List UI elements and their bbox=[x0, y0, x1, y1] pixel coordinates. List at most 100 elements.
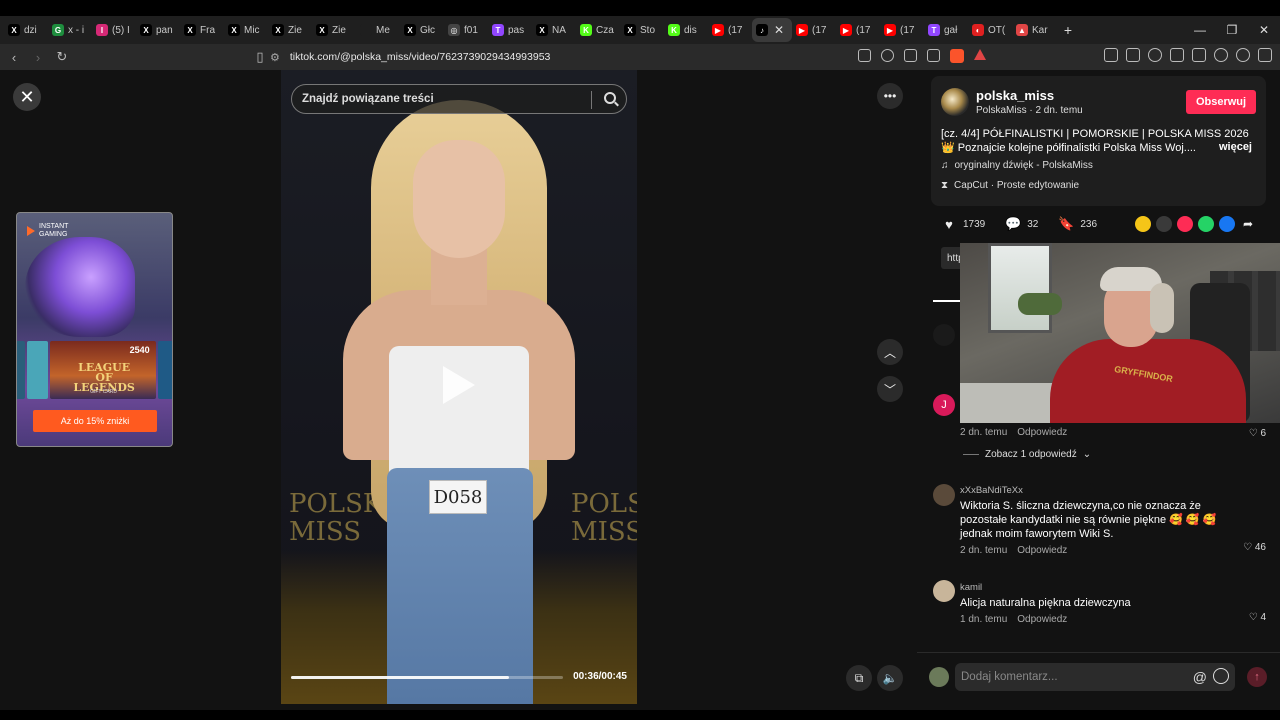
minimize-button[interactable]: — bbox=[1184, 23, 1216, 37]
pip-button[interactable]: ⧉ bbox=[846, 665, 872, 691]
ad-cta-button[interactable]: Aż do 15% zniżki bbox=[33, 410, 157, 432]
avatar[interactable] bbox=[941, 88, 969, 116]
vpn-icon[interactable] bbox=[1236, 48, 1250, 62]
mention-icon[interactable]: @ bbox=[1193, 669, 1207, 685]
video-player[interactable]: POLSKA MISS POLS MISS D058 Znajdź powiąz… bbox=[281, 70, 637, 704]
username[interactable]: polska_miss bbox=[976, 88, 1054, 103]
comment-avatar[interactable]: J bbox=[933, 394, 955, 416]
browser-tab[interactable]: ▶ (17 bbox=[836, 18, 880, 42]
heart-icon[interactable]: ♥ bbox=[941, 216, 957, 232]
reload-icon[interactable]: ↻ bbox=[52, 49, 72, 65]
site-info-icon[interactable]: ⚙ bbox=[270, 51, 280, 64]
wallet-icon[interactable] bbox=[1192, 48, 1206, 62]
search-icon[interactable] bbox=[604, 92, 616, 104]
browser-tab[interactable]: X Zie bbox=[268, 18, 312, 42]
reply-link[interactable]: Odpowiedz bbox=[1017, 614, 1067, 625]
browser-tab[interactable]: ◎ f01 bbox=[444, 18, 488, 42]
bookmark-icon[interactable]: ▯ bbox=[250, 49, 270, 65]
extensions-icon[interactable] bbox=[1104, 48, 1118, 62]
comment-likes[interactable]: ♡ 6 bbox=[1249, 428, 1266, 439]
close-tab-icon[interactable]: ✕ bbox=[772, 23, 786, 37]
contestant-tag: D058 bbox=[429, 480, 487, 514]
comment-avatar[interactable] bbox=[933, 484, 955, 506]
previous-video-button[interactable]: ︿ bbox=[877, 339, 903, 365]
browser-tab[interactable]: K Cza bbox=[576, 18, 620, 42]
browser-tab[interactable]: ▶ (17 bbox=[708, 18, 752, 42]
comment-icon[interactable]: 💬 bbox=[1005, 216, 1021, 232]
follow-button[interactable]: Obserwuj bbox=[1186, 90, 1256, 114]
browser-tab[interactable]: X Sto bbox=[620, 18, 664, 42]
progress-bar[interactable] bbox=[291, 676, 563, 679]
volume-button[interactable]: 🔈 bbox=[877, 665, 903, 691]
comment-input[interactable]: Dodaj komentarz... @ bbox=[955, 663, 1235, 691]
repost-icon[interactable] bbox=[1177, 216, 1193, 232]
close-window-button[interactable]: ✕ bbox=[1248, 23, 1280, 37]
back-icon[interactable]: ‹ bbox=[4, 50, 24, 65]
embed-icon[interactable] bbox=[1156, 216, 1172, 232]
tab-active-tiktok[interactable]: ♪ ✕ bbox=[752, 18, 792, 42]
comment-author[interactable]: kamil bbox=[960, 582, 1250, 593]
tracking-icon[interactable] bbox=[858, 49, 871, 62]
emoji-icon[interactable] bbox=[1213, 668, 1229, 684]
cast-icon[interactable] bbox=[904, 49, 917, 62]
reply-link[interactable]: Odpowiedz bbox=[1017, 545, 1067, 556]
browser-tab[interactable]: ◐ OT( bbox=[968, 18, 1012, 42]
facebook-icon[interactable] bbox=[1219, 216, 1235, 232]
reply-link[interactable]: Odpowiedz bbox=[1017, 427, 1067, 438]
browser-tab[interactable]: Xdzi bbox=[4, 18, 48, 42]
forward-icon[interactable]: › bbox=[28, 50, 48, 65]
translate-icon[interactable] bbox=[881, 49, 894, 62]
more-options-button[interactable]: ••• bbox=[877, 83, 903, 109]
brave-shields-icon[interactable] bbox=[950, 49, 964, 63]
new-tab-button[interactable]: + bbox=[1060, 22, 1076, 38]
capcut-row[interactable]: ⧗ CapCut · Proste edytowanie bbox=[941, 180, 1079, 191]
comment-author[interactable]: xXxBaNdiTeXx bbox=[960, 485, 1250, 496]
music-row[interactable]: ♫ oryginalny dźwięk - PolskaMiss bbox=[941, 160, 1093, 171]
leo-icon[interactable] bbox=[1214, 48, 1228, 62]
browser-tab[interactable]: X Zie bbox=[312, 18, 356, 42]
related-search-input[interactable]: Znajdź powiązane treści bbox=[291, 84, 627, 114]
browser-tab[interactable]: Xpan bbox=[136, 18, 180, 42]
play-icon[interactable] bbox=[443, 366, 475, 404]
menu-icon[interactable] bbox=[1258, 48, 1272, 62]
view-replies-button[interactable]: Zobacz 1 odpowiedź ⌄ bbox=[963, 449, 1091, 460]
browser-tab[interactable]: ▲ Kar bbox=[1012, 18, 1056, 42]
close-video-button[interactable]: ✕ bbox=[13, 83, 41, 111]
media-icon[interactable] bbox=[1148, 48, 1162, 62]
browser-tab[interactable]: Tgał bbox=[924, 18, 968, 42]
reader-icon[interactable] bbox=[1126, 48, 1140, 62]
browser-tab[interactable]: X NA bbox=[532, 18, 576, 42]
bookmark-icon[interactable]: 🔖 bbox=[1058, 216, 1074, 232]
sidebar-icon[interactable] bbox=[1170, 48, 1184, 62]
comment-likes[interactable]: ♡ 4 bbox=[1249, 612, 1266, 623]
tab-label: (5) I bbox=[112, 24, 130, 36]
next-video-button[interactable]: ﹀ bbox=[877, 376, 903, 402]
comment-avatar[interactable] bbox=[933, 580, 955, 602]
browser-tab[interactable]: ▶ (17 bbox=[880, 18, 924, 42]
send-icon[interactable]: ↑ bbox=[1247, 667, 1267, 687]
tab-favicon-icon: T bbox=[492, 24, 504, 36]
maximize-button[interactable]: ❐ bbox=[1216, 23, 1248, 37]
browser-tab[interactable]: X Mic bbox=[224, 18, 268, 42]
ad-banner[interactable]: INSTANT GAMING 2540 LEAGUE OF LEGENDS GI… bbox=[16, 212, 173, 447]
rewards-icon[interactable] bbox=[974, 49, 986, 60]
browser-tab[interactable]: Kdis bbox=[664, 18, 708, 42]
browser-tab[interactable]: X Fra bbox=[180, 18, 224, 42]
share-page-icon[interactable] bbox=[927, 49, 940, 62]
coin-icon[interactable] bbox=[1135, 216, 1151, 232]
tab-favicon-icon: X bbox=[8, 24, 20, 36]
browser-tab[interactable]: Tpas bbox=[488, 18, 532, 42]
comment-avatar[interactable] bbox=[933, 324, 955, 346]
browser-tab[interactable]: X Głc bbox=[400, 18, 444, 42]
browser-tab[interactable]: Gx - i bbox=[48, 18, 92, 42]
whatsapp-icon[interactable] bbox=[1198, 216, 1214, 232]
tab-favicon-icon: I bbox=[96, 24, 108, 36]
share-icon[interactable]: ➦ bbox=[1240, 216, 1256, 232]
browser-tab[interactable]: Me bbox=[356, 18, 400, 42]
browser-tab[interactable]: ▶ (17 bbox=[792, 18, 836, 42]
more-link[interactable]: więcej bbox=[1219, 141, 1252, 153]
ad-brand: INSTANT GAMING bbox=[27, 223, 73, 239]
comment-likes[interactable]: ♡ 46 bbox=[1243, 542, 1266, 553]
browser-tab[interactable]: I (5) I bbox=[92, 18, 136, 42]
comment-like-count: 4 bbox=[1260, 612, 1266, 623]
